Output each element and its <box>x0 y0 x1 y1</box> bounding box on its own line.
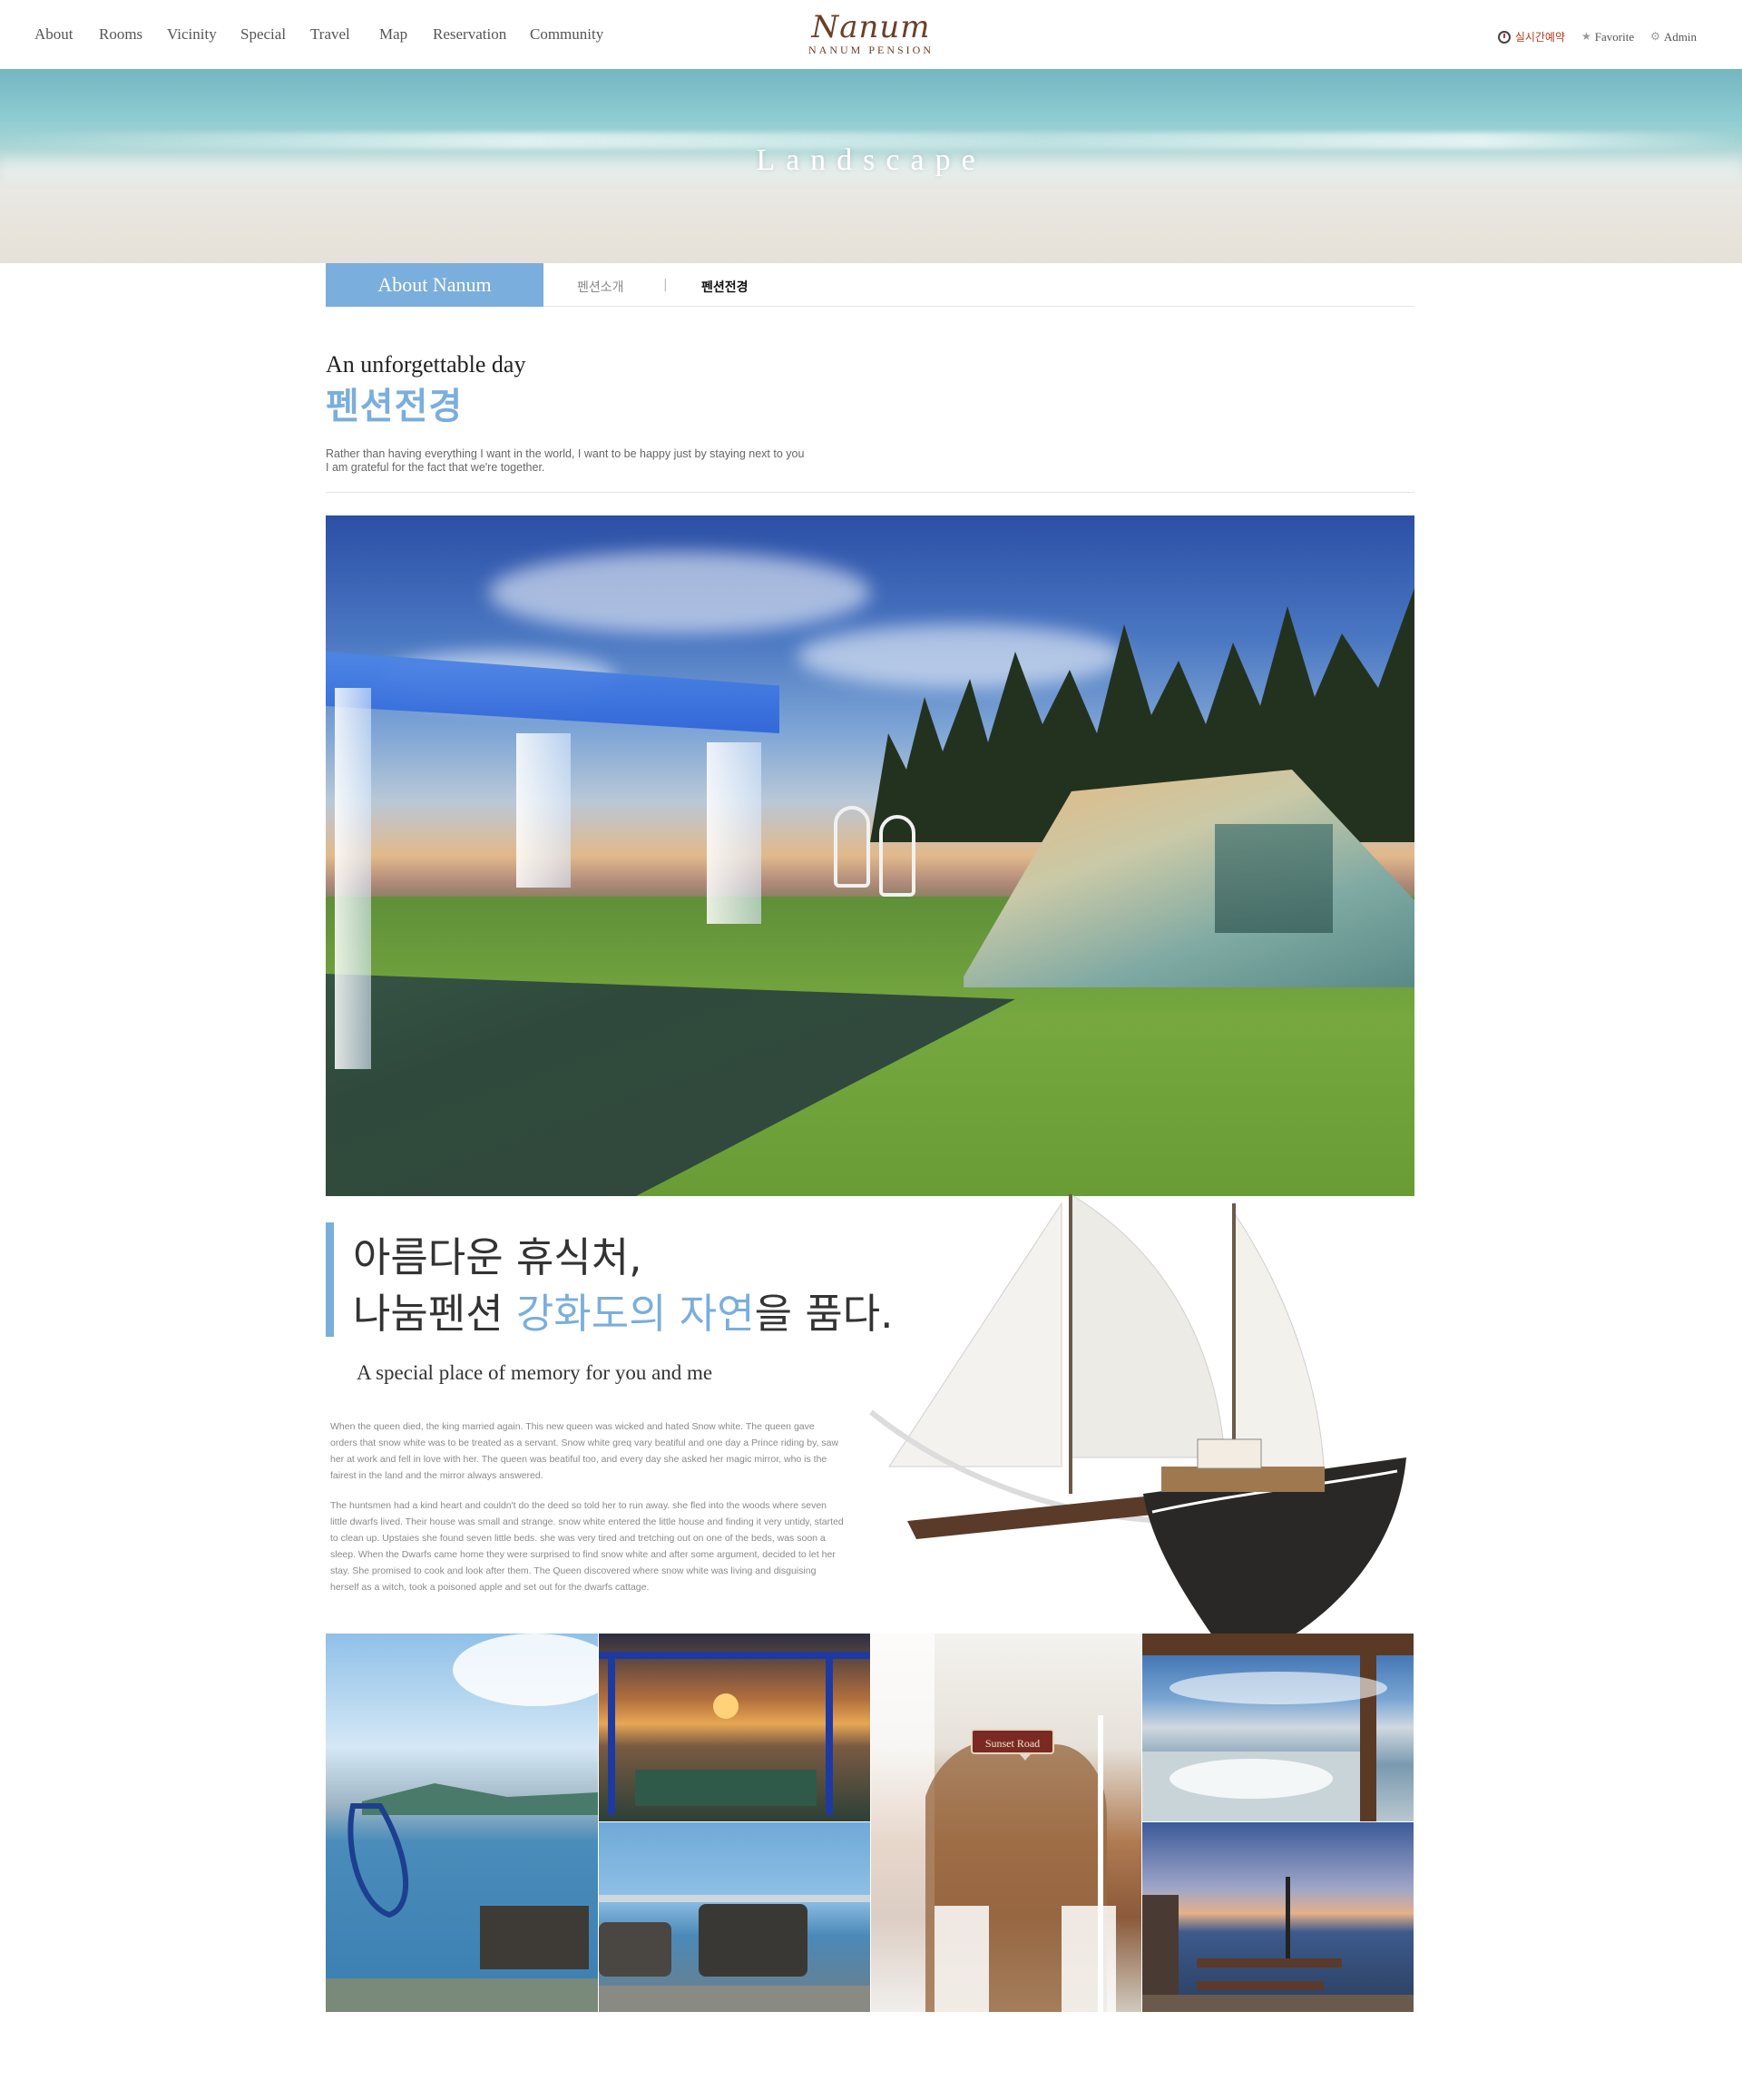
intro-eyebrow: An unforgettable day <box>326 351 526 378</box>
nav-community[interactable]: Community <box>530 25 621 44</box>
gallery-photo-seaside-swing[interactable] <box>326 1634 599 2013</box>
jacuzzi-art <box>1142 1634 1414 1821</box>
logo-subtitle: NANUM PENSION <box>807 44 934 56</box>
accent-bar <box>326 1222 334 1337</box>
cloud <box>489 552 870 633</box>
gallery-photo-sunset-road[interactable]: Sunset Road <box>871 1634 1142 2013</box>
clock-icon <box>1497 30 1511 44</box>
sunset-road-sign: Sunset Road <box>971 1729 1054 1754</box>
realtime-reservation-link[interactable]: 실시간예약 <box>1497 29 1566 44</box>
divider <box>326 492 1414 493</box>
sailboat-illustration <box>869 1194 1406 1666</box>
intro-desc-line: Rather than having everything I want in … <box>326 447 805 460</box>
hero-banner: Landscape <box>0 69 1742 263</box>
feature-subtitle: A special place of memory for you and me <box>357 1361 713 1384</box>
nav-rooms[interactable]: Rooms <box>99 25 167 44</box>
tent-door <box>1215 824 1333 933</box>
feature-heading-line: 아름다운 휴식처, <box>353 1233 642 1281</box>
feature-heading-highlight: 강화도의 자연 <box>515 1290 755 1338</box>
nav-about[interactable]: About <box>34 25 99 44</box>
white-curtain <box>516 733 571 888</box>
seaside-swing-art <box>326 1634 598 2012</box>
gallery-photo-sunset-bench[interactable] <box>599 1634 871 1822</box>
hero-title: Landscape <box>756 143 986 177</box>
photo-gallery: Sunset Road <box>326 1634 1414 2013</box>
page-title: 펜션전경 <box>326 386 464 427</box>
main-nav: About Rooms Vicinity Special Travel Map … <box>34 25 621 44</box>
feature-heading: 아름다운 휴식처, 나눔펜션 강화도의 자연을 품다. <box>353 1230 893 1342</box>
gear-icon: ⚙ <box>1650 30 1660 43</box>
feature-paragraph: The huntsmen had a kind heart and couldn… <box>330 1500 844 1593</box>
feature-paragraph: When the queen died, the king married ag… <box>330 1421 839 1481</box>
site-header: About Rooms Vicinity Special Travel Map … <box>0 0 1742 69</box>
intro-desc-line: I am grateful for the fact that we're to… <box>326 461 545 474</box>
realtime-reservation-label: 실시간예약 <box>1514 31 1566 44</box>
gallery-photo-rattan-chairs[interactable] <box>599 1822 871 2013</box>
sunset-road-art <box>871 1634 1116 2012</box>
nav-map[interactable]: Map <box>379 25 433 44</box>
sunset-pier-art <box>1142 1877 1414 2012</box>
gallery-photo-sunset-pier[interactable] <box>1142 1822 1414 2013</box>
main-photo-camping <box>326 515 1414 1196</box>
site-logo[interactable]: Nanum NANUM PENSION <box>798 11 944 56</box>
feature-body: When the queen died, the king married ag… <box>330 1418 844 1609</box>
feature-heading-text: 나눔펜션 <box>353 1290 516 1338</box>
tab-pension-view[interactable]: 펜션전경 <box>701 278 749 296</box>
rattan-chairs-art <box>599 1895 870 2012</box>
nav-vicinity[interactable]: Vicinity <box>167 25 240 44</box>
section-title: About Nanum <box>326 263 543 307</box>
logo-script: Nanum <box>811 9 931 45</box>
intro-block: An unforgettable day 펜션전경 Rather than ha… <box>326 349 1414 475</box>
swing-chair <box>879 815 915 897</box>
white-curtain <box>707 742 761 924</box>
nav-special[interactable]: Special <box>240 25 310 44</box>
swing-chair <box>834 806 870 888</box>
utility-links: 실시간예약 ★ Favorite ⚙ Admin <box>1482 29 1697 44</box>
star-icon: ★ <box>1581 30 1591 43</box>
nav-reservation[interactable]: Reservation <box>433 25 530 44</box>
sub-navigation: About Nanum 펜션소개 | 펜션전경 <box>326 263 1414 307</box>
tab-separator: | <box>663 278 668 292</box>
nav-travel[interactable]: Travel <box>310 25 379 44</box>
sunset-bench-art <box>599 1652 870 1815</box>
intro-description: Rather than having everything I want in … <box>326 447 1414 475</box>
feature-heading-line: 나눔펜션 강화도의 자연을 품다. <box>353 1286 893 1342</box>
admin-link[interactable]: ⚙ Admin <box>1650 30 1697 44</box>
favorite-label: Favorite <box>1594 29 1635 44</box>
white-curtain <box>335 688 371 1069</box>
gallery-photo-jacuzzi[interactable] <box>1142 1634 1414 1822</box>
tab-pension-intro[interactable]: 펜션소개 <box>577 278 624 296</box>
admin-label: Admin <box>1663 29 1697 44</box>
favorite-link[interactable]: ★ Favorite <box>1581 30 1634 44</box>
